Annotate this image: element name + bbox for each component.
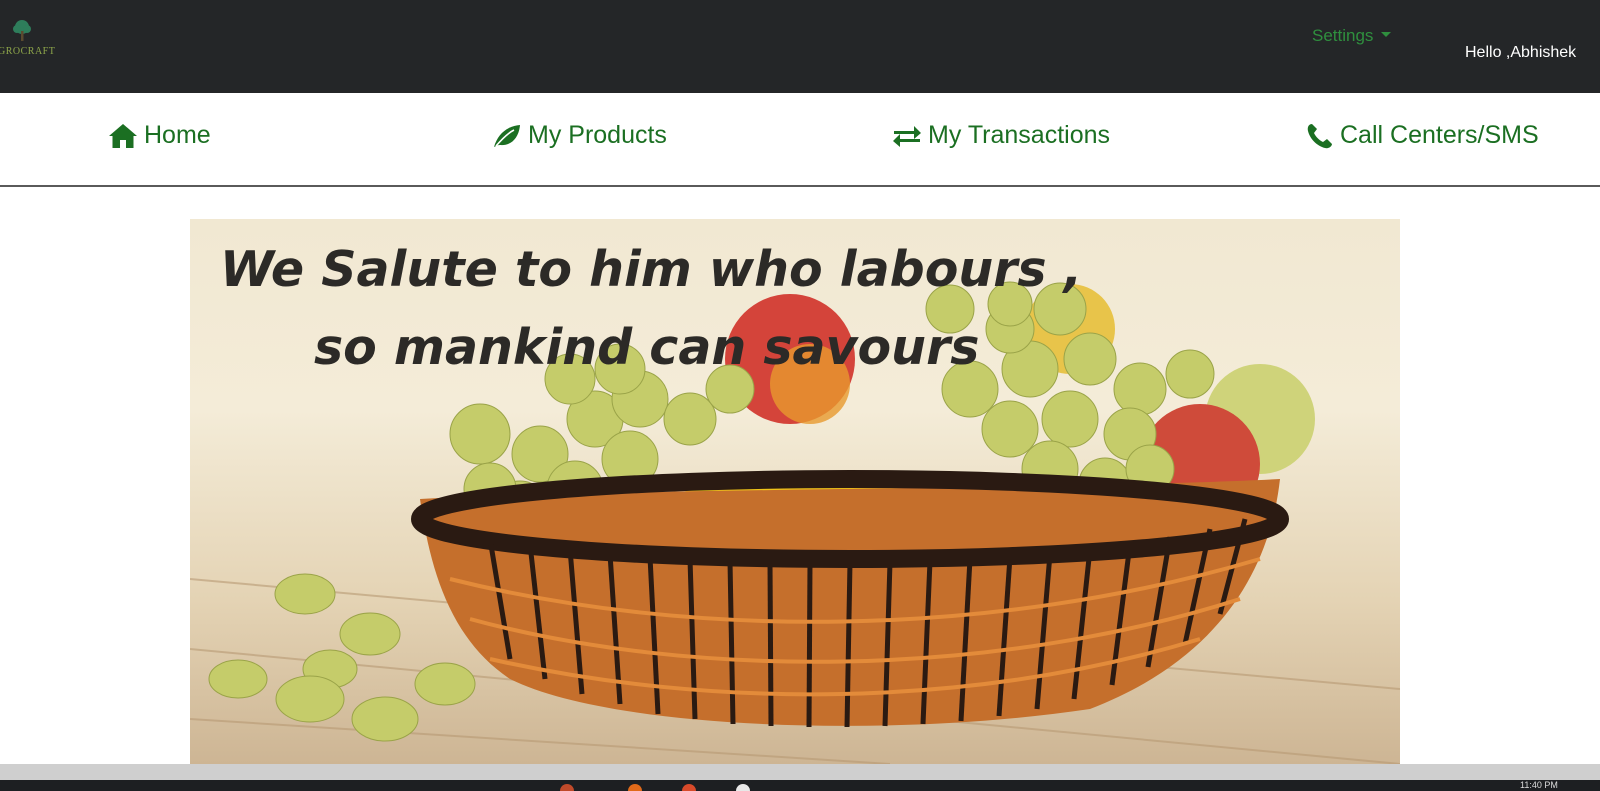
home-icon xyxy=(109,123,137,148)
taskbar-clock: 11:40 PM xyxy=(1520,780,1558,790)
nav-my-products-label: My Products xyxy=(528,121,667,149)
nav-home-label: Home xyxy=(144,121,211,149)
nav-my-transactions-label: My Transactions xyxy=(928,121,1111,149)
taskbar-app-icon[interactable] xyxy=(736,784,750,791)
user-greeting: Hello ,Abhishek xyxy=(1465,44,1577,61)
horizontal-scrollbar[interactable] xyxy=(0,764,1600,780)
settings-dropdown[interactable]: Settings xyxy=(1312,26,1392,46)
os-taskbar xyxy=(0,780,1600,791)
hero-quote-line-2: so mankind can savours xyxy=(314,319,980,376)
taskbar-app-icon[interactable] xyxy=(628,784,642,791)
nav-my-products[interactable]: My Products xyxy=(492,121,667,150)
brand-name: GROCRAFT xyxy=(0,46,56,57)
main-nav: Home My Products My Transactions Call Ce… xyxy=(0,93,1600,187)
taskbar-app-icon[interactable] xyxy=(682,784,696,791)
fruit-basket-image xyxy=(190,281,1400,764)
leaf-icon xyxy=(494,124,520,147)
nav-call-centers[interactable]: Call Centers/SMS xyxy=(1306,121,1539,150)
nav-my-transactions[interactable]: My Transactions xyxy=(892,121,1110,150)
nav-home[interactable]: Home xyxy=(108,121,211,150)
caret-down-icon xyxy=(1381,32,1392,38)
exchange-icon xyxy=(893,125,921,147)
tree-icon xyxy=(13,20,31,41)
top-bar: GROCRAFT Settings Hello ,Abhishek xyxy=(0,0,1600,93)
nav-call-centers-label: Call Centers/SMS xyxy=(1340,121,1539,149)
phone-icon xyxy=(1307,123,1332,148)
hero-quote-line-1: We Salute to him who labours , xyxy=(220,241,1083,298)
brand-logo[interactable]: GROCRAFT xyxy=(0,14,70,64)
taskbar-app-icon[interactable] xyxy=(560,784,574,791)
hero-banner: We Salute to him who labours , so mankin… xyxy=(190,219,1400,764)
settings-label: Settings xyxy=(1312,26,1374,45)
